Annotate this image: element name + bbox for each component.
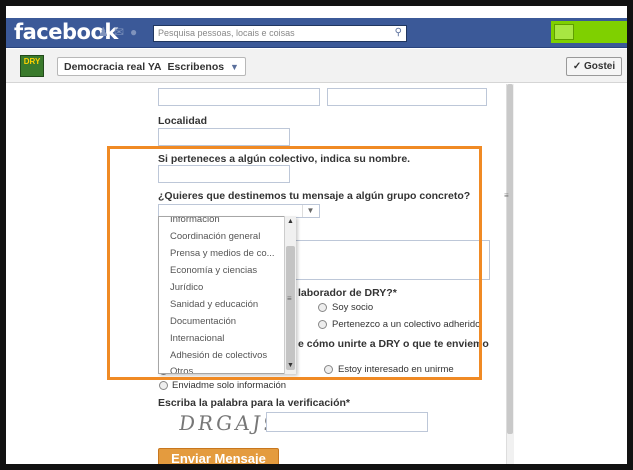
send-message-button[interactable]: Enviar Mensaje (158, 448, 279, 464)
grip-icon: ≡ (504, 191, 509, 200)
localidad-field[interactable] (158, 128, 290, 146)
captcha-input[interactable] (266, 412, 428, 432)
search-input[interactable]: Pesquisa pessoas, locais e coisas ⚲ (153, 25, 407, 42)
page-scroll-thumb[interactable] (507, 84, 513, 434)
profile-avatar[interactable] (554, 24, 574, 40)
facebook-top-bar: facebook ♟ ✉ ● Pesquisa pessoas, locais … (6, 18, 627, 48)
page-header: DRY Democracia real YA Escribenos ▼ ✓ Gos… (6, 49, 627, 83)
page-name[interactable]: Democracia real YA (64, 61, 161, 73)
page-breadcrumb[interactable]: Democracia real YA Escribenos ▼ (57, 57, 246, 76)
dry-logo[interactable]: DRY (20, 55, 44, 77)
surname-field[interactable] (327, 88, 487, 106)
verificacion-label: Escriba la palabra para la verificación* (158, 397, 351, 409)
name-field[interactable] (158, 88, 320, 106)
tab-escribenos[interactable]: Escribenos (167, 61, 224, 73)
friends-icon[interactable]: ♟ (98, 26, 111, 38)
search-icon[interactable]: ⚲ (395, 27, 402, 38)
radio-info[interactable] (159, 381, 168, 390)
like-button[interactable]: ✓ Gostei (566, 57, 622, 76)
form-content: Localidad Si perteneces a algún colectiv… (6, 84, 627, 464)
radio-info-label: Enviadme solo información (172, 380, 287, 391)
annotation-highlight-box (107, 146, 482, 380)
notifications-icon[interactable]: ● (130, 26, 143, 38)
localidad-label: Localidad (158, 115, 208, 127)
messages-icon[interactable]: ✉ (114, 26, 127, 38)
search-placeholder: Pesquisa pessoas, locais e coisas (158, 28, 295, 38)
chevron-down-icon[interactable]: ▼ (230, 62, 239, 72)
screenshot-frame: facebook ♟ ✉ ● Pesquisa pessoas, locais … (6, 6, 627, 464)
